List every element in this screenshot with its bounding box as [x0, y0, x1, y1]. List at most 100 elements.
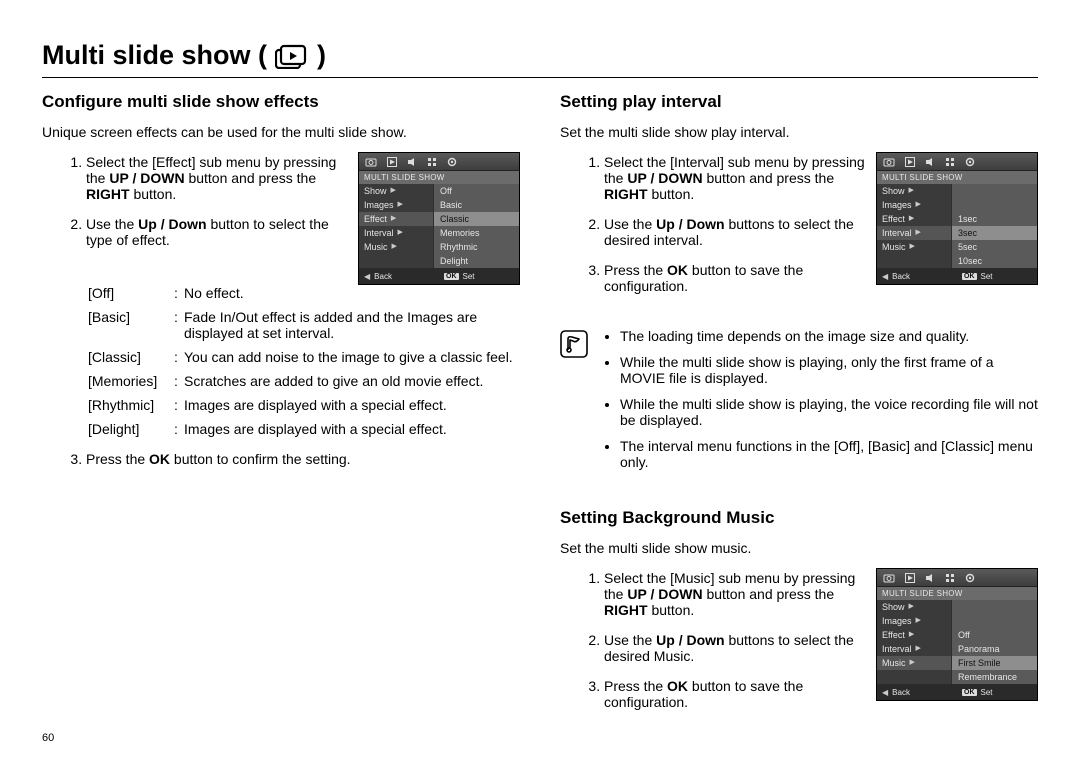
heading-configure-effects: Configure multi slide show effects: [42, 92, 520, 112]
step-1: Select the [Music] sub menu by pressing …: [604, 570, 904, 618]
lcd-set: Set: [463, 272, 475, 281]
lcd-row: Music▶Rhythmic: [359, 240, 519, 254]
lcd-row: Show▶: [877, 184, 1037, 198]
camera-icon: [883, 573, 895, 583]
lcd-row: Images▶Basic: [359, 198, 519, 212]
chevron-right-icon: ▶: [916, 642, 921, 656]
lcd-left-cell: Show▶: [877, 600, 952, 614]
speaker-icon: [925, 573, 935, 583]
lcd-right-cell: 1sec: [952, 212, 1037, 226]
heading-bg-music: Setting Background Music: [560, 508, 1038, 528]
note-item: While the multi slide show is playing, o…: [620, 354, 1038, 386]
lcd-left-cell: Music▶: [877, 656, 952, 670]
chevron-right-icon: ▶: [916, 226, 921, 240]
play-icon: [905, 157, 915, 167]
def-term: [Rhythmic]: [88, 397, 174, 413]
lcd-back: Back: [892, 272, 910, 281]
intro-effects: Unique screen effects can be used for th…: [42, 124, 520, 140]
lcd-right-cell: Off: [952, 628, 1037, 642]
chevron-right-icon: ▶: [391, 184, 396, 198]
lcd-music: MULTI SLIDE SHOW Show▶Images▶Effect▶OffI…: [876, 568, 1038, 701]
lcd-left-cell: [877, 670, 952, 684]
camera-icon: [883, 157, 895, 167]
lcd-row: Remembrance: [877, 670, 1037, 684]
gear-icon: [447, 157, 457, 167]
def-desc: Images are displayed with a special effe…: [184, 421, 520, 437]
chevron-right-icon: ▶: [910, 240, 915, 254]
chevron-right-icon: ▶: [910, 656, 915, 670]
lcd-right-cell: Memories: [434, 226, 519, 240]
speaker-icon: [407, 157, 417, 167]
lcd-row: Interval▶Panorama: [877, 642, 1037, 656]
lcd-footer: ◀Back OKSet: [877, 268, 1037, 284]
lcd-row: Effect▶1sec: [877, 212, 1037, 226]
def-sep: :: [174, 373, 184, 389]
lcd-row: Interval▶3sec: [877, 226, 1037, 240]
def-term: [Memories]: [88, 373, 174, 389]
lcd-title: MULTI SLIDE SHOW: [877, 587, 1037, 600]
lcd-row: Images▶: [877, 614, 1037, 628]
steps-effects-cont: Press the OK button to confirm the setti…: [42, 451, 520, 467]
grid-icon: [945, 157, 955, 167]
lcd-title: MULTI SLIDE SHOW: [877, 171, 1037, 184]
page-number: 60: [42, 732, 1038, 744]
lcd-right-cell: Delight: [434, 254, 519, 268]
lcd-left-cell: Show▶: [359, 184, 434, 198]
chevron-right-icon: ▶: [909, 212, 914, 226]
title-close: ): [317, 40, 326, 71]
step-2: Use the Up / Down buttons to select the …: [604, 632, 904, 664]
lcd-left-cell: Effect▶: [877, 628, 952, 642]
def-sep: :: [174, 309, 184, 325]
lcd-left-cell: Music▶: [877, 240, 952, 254]
lcd-row: Effect▶Off: [877, 628, 1037, 642]
lcd-right-cell: 3sec: [952, 226, 1037, 240]
effect-definitions: [Off]:No effect.[Basic]:Fade In/Out effe…: [88, 285, 520, 437]
lcd-right-cell: [952, 614, 1037, 628]
grid-icon: [427, 157, 437, 167]
lcd-left-cell: Show▶: [877, 184, 952, 198]
lcd-right-cell: [952, 184, 1037, 198]
lcd-left-cell: [359, 254, 434, 268]
lcd-topbar: [359, 153, 519, 171]
intro-music: Set the multi slide show music.: [560, 540, 1038, 556]
chevron-right-icon: ▶: [392, 240, 397, 254]
def-row: [Delight]:Images are displayed with a sp…: [88, 421, 520, 437]
lcd-left-cell: Images▶: [877, 198, 952, 212]
intro-interval: Set the multi slide show play interval.: [560, 124, 1038, 140]
def-row: [Rhythmic]:Images are displayed with a s…: [88, 397, 520, 413]
lcd-back: Back: [374, 272, 392, 281]
note-item: The interval menu functions in the [Off]…: [620, 438, 1038, 470]
step-3: Press the OK button to confirm the setti…: [86, 451, 520, 467]
chevron-right-icon: ▶: [916, 614, 921, 628]
lcd-right-cell: First Smile: [952, 656, 1037, 670]
lcd-title: MULTI SLIDE SHOW: [359, 171, 519, 184]
lcd-row: Effect▶Classic: [359, 212, 519, 226]
lcd-back: Back: [892, 688, 910, 697]
def-term: [Basic]: [88, 309, 174, 325]
lcd-right-cell: Remembrance: [952, 670, 1037, 684]
lcd-right-cell: [952, 198, 1037, 212]
def-desc: Fade In/Out effect is added and the Imag…: [184, 309, 520, 341]
ok-label: OK: [962, 273, 977, 280]
heading-play-interval: Setting play interval: [560, 92, 1038, 112]
def-term: [Classic]: [88, 349, 174, 365]
lcd-right-cell: [952, 600, 1037, 614]
ok-label: OK: [444, 273, 459, 280]
def-term: [Off]: [88, 285, 174, 301]
step-1: Select the [Effect] sub menu by pressing…: [86, 154, 386, 202]
def-sep: :: [174, 285, 184, 301]
note-item: While the multi slide show is playing, t…: [620, 396, 1038, 428]
lcd-right-cell: Classic: [434, 212, 519, 226]
note-item: The loading time depends on the image si…: [620, 328, 1038, 344]
lcd-right-cell: Basic: [434, 198, 519, 212]
lcd-footer: ◀Back OKSet: [359, 268, 519, 284]
arrow-left-icon: ◀: [882, 272, 888, 281]
lcd-row: Images▶: [877, 198, 1037, 212]
step-3: Press the OK button to save the configur…: [604, 262, 904, 294]
def-sep: :: [174, 421, 184, 437]
lcd-set: Set: [981, 688, 993, 697]
lcd-left-cell: Interval▶: [359, 226, 434, 240]
lcd-row: 10sec: [877, 254, 1037, 268]
speaker-icon: [925, 157, 935, 167]
def-desc: Images are displayed with a special effe…: [184, 397, 520, 413]
